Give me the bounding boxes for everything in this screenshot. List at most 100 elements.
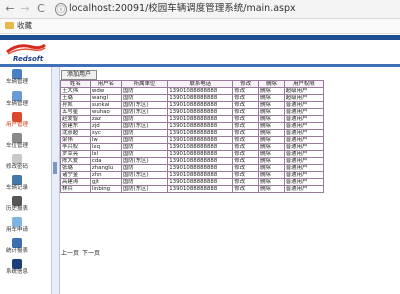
chart-icon <box>12 238 22 248</box>
cell-name: 林兵 <box>60 185 91 193</box>
delete-link[interactable]: 删除 <box>258 150 285 158</box>
edit-link[interactable]: 修改 <box>232 171 259 179</box>
cell-role: 普通用户 <box>283 136 325 144</box>
delete-link[interactable]: 删除 <box>258 101 285 109</box>
sidebar-item-system-info[interactable]: 系统信息 <box>0 259 34 276</box>
cell-phone: 13901088888888 <box>167 108 234 116</box>
cell-unit: 国防 <box>120 178 169 186</box>
column-header-unit: 所属单位 <box>120 80 169 88</box>
table-row: 沈彦超 syc 国防 13901088888888 修改 删除 普通用户 <box>60 129 325 137</box>
sidebar-item-label: 车位管理 <box>5 143 28 149</box>
delete-link[interactable]: 删除 <box>258 94 285 102</box>
browser-toolbar: ← → C ⓘ localhost:20091/校园车辆调度管理系统/main.… <box>0 0 400 19</box>
cell-name: 张璐 <box>60 164 91 172</box>
table-row: 张璐 zhanglu 国防 13901088888888 修改 删除 普通用户 <box>60 164 325 172</box>
delete-link[interactable]: 删除 <box>258 178 285 186</box>
column-header-username: 用户名 <box>89 80 122 88</box>
delete-link[interactable]: 删除 <box>258 136 285 144</box>
cell-unit: 国防(东区) <box>120 122 169 130</box>
forward-arrow-icon[interactable]: → <box>19 2 31 16</box>
cell-phone: 13901088888888 <box>167 164 234 172</box>
delete-link[interactable]: 删除 <box>258 171 285 179</box>
delete-link[interactable]: 删除 <box>258 143 285 151</box>
cell-unit: 国防 <box>120 87 169 95</box>
delete-link[interactable]: 删除 <box>258 129 285 137</box>
cell-name: 赵爱智 <box>60 115 91 123</box>
cell-unit: 国防(东区) <box>120 101 169 109</box>
next-page-link[interactable]: 下一页 <box>82 250 100 257</box>
edit-link[interactable]: 修改 <box>232 136 259 144</box>
delete-link[interactable]: 删除 <box>258 115 285 123</box>
sidebar-item-stat-report[interactable]: 统计报表 <box>0 238 34 255</box>
back-arrow-icon[interactable]: ← <box>4 2 16 16</box>
edit-link[interactable]: 修改 <box>232 150 259 158</box>
edit-link[interactable]: 修改 <box>232 185 259 193</box>
table-row: 高建涛 gjt 国防 13901088888888 修改 删除 普通用户 <box>60 178 325 186</box>
cell-username: lw <box>89 136 122 144</box>
cell-username: syc <box>89 129 122 137</box>
cell-role: 普通用户 <box>283 115 325 123</box>
cell-phone: 13901088888888 <box>167 185 234 193</box>
sidebar-item-vehicle-manage[interactable]: 车辆管理 <box>0 69 34 86</box>
cell-unit: 国防 <box>120 143 169 151</box>
delete-link[interactable]: 删除 <box>258 122 285 130</box>
splitter-handle[interactable] <box>53 162 57 174</box>
table-row: 赵爱智 zaz 国防 13901088888888 修改 删除 普通用户 <box>60 115 325 123</box>
sidebar-item-parking-manage[interactable]: 车位管理 <box>0 133 34 150</box>
cell-role: 普通用户 <box>283 164 325 172</box>
bookmark-folder[interactable]: 收藏 <box>17 19 32 33</box>
cell-name: 陈大爱 <box>60 157 91 165</box>
cell-username: wdw <box>89 87 122 95</box>
info-icon[interactable]: ⓘ <box>55 3 67 16</box>
address-bar[interactable]: localhost:20091/校园车辆调度管理系统/main.aspx <box>69 2 296 16</box>
column-header-phone: 联系电话 <box>167 80 234 88</box>
delete-link[interactable]: 删除 <box>258 164 285 172</box>
cell-username: zhn <box>89 171 122 179</box>
delete-link[interactable]: 删除 <box>258 108 285 116</box>
sidebar-item-vehicle-request[interactable]: 用车申请 <box>0 217 34 234</box>
delete-link[interactable]: 删除 <box>258 185 285 193</box>
cell-unit: 国防(东区) <box>120 157 169 165</box>
reload-icon[interactable]: C <box>35 2 47 16</box>
sidebar-item-label: 车辆管理 <box>5 101 28 107</box>
edit-link[interactable]: 修改 <box>232 94 259 102</box>
table-body: 王大伟 wdw 国防 13901088888888 修改 删除 超级用户 王璐 wangl 国防 1… <box>60 87 325 193</box>
cell-unit: 国防 <box>120 136 169 144</box>
car-icon <box>12 69 22 79</box>
table-row: 罗幸亮 lxl 国防 13901088888888 修改 删除 普通用户 <box>60 150 325 158</box>
edit-link[interactable]: 修改 <box>232 178 259 186</box>
cell-phone: 13901088888888 <box>167 171 234 179</box>
column-header-edit: 修改 <box>232 80 259 88</box>
cell-phone: 13901088888888 <box>167 94 234 102</box>
edit-link[interactable]: 修改 <box>232 143 259 151</box>
edit-link[interactable]: 修改 <box>232 115 259 123</box>
edit-link[interactable]: 修改 <box>232 101 259 109</box>
column-header-delete: 删除 <box>258 80 285 88</box>
cell-role: 普通用户 <box>283 108 325 116</box>
cell-name: 李兴权 <box>60 143 91 151</box>
edit-link[interactable]: 修改 <box>232 87 259 95</box>
edit-link[interactable]: 修改 <box>232 157 259 165</box>
sidebar-item-history-report[interactable]: 历史报表 <box>0 196 34 213</box>
edit-link[interactable]: 修改 <box>232 129 259 137</box>
edit-link[interactable]: 修改 <box>232 164 259 172</box>
prev-page-link[interactable]: 上一页 <box>61 250 79 257</box>
cell-username: sunkai <box>89 101 122 109</box>
cell-role: 普通用户 <box>283 129 325 137</box>
sidebar-item-label: 用户管理 <box>5 122 28 128</box>
cell-unit: 国防(东区) <box>120 171 169 179</box>
cell-phone: 13901088888888 <box>167 136 234 144</box>
sidebar-item-vehicle-manage-2[interactable]: 车辆管理 <box>0 91 34 108</box>
edit-link[interactable]: 修改 <box>232 122 259 130</box>
add-user-button[interactable]: 添加用户 <box>61 70 97 80</box>
sidebar-item-change-password[interactable]: 修改密码 <box>0 154 34 171</box>
cell-phone: 13901088888888 <box>167 157 234 165</box>
sidebar-item-vehicle-records[interactable]: 车辆记录 <box>0 175 34 192</box>
report-icon <box>12 196 22 206</box>
cell-name: 王璐 <box>60 94 91 102</box>
delete-link[interactable]: 删除 <box>258 87 285 95</box>
cell-name: 高建涛 <box>60 178 91 186</box>
edit-link[interactable]: 修改 <box>232 108 259 116</box>
delete-link[interactable]: 删除 <box>258 157 285 165</box>
sidebar-item-user-manage[interactable]: 用户管理 <box>0 112 34 129</box>
